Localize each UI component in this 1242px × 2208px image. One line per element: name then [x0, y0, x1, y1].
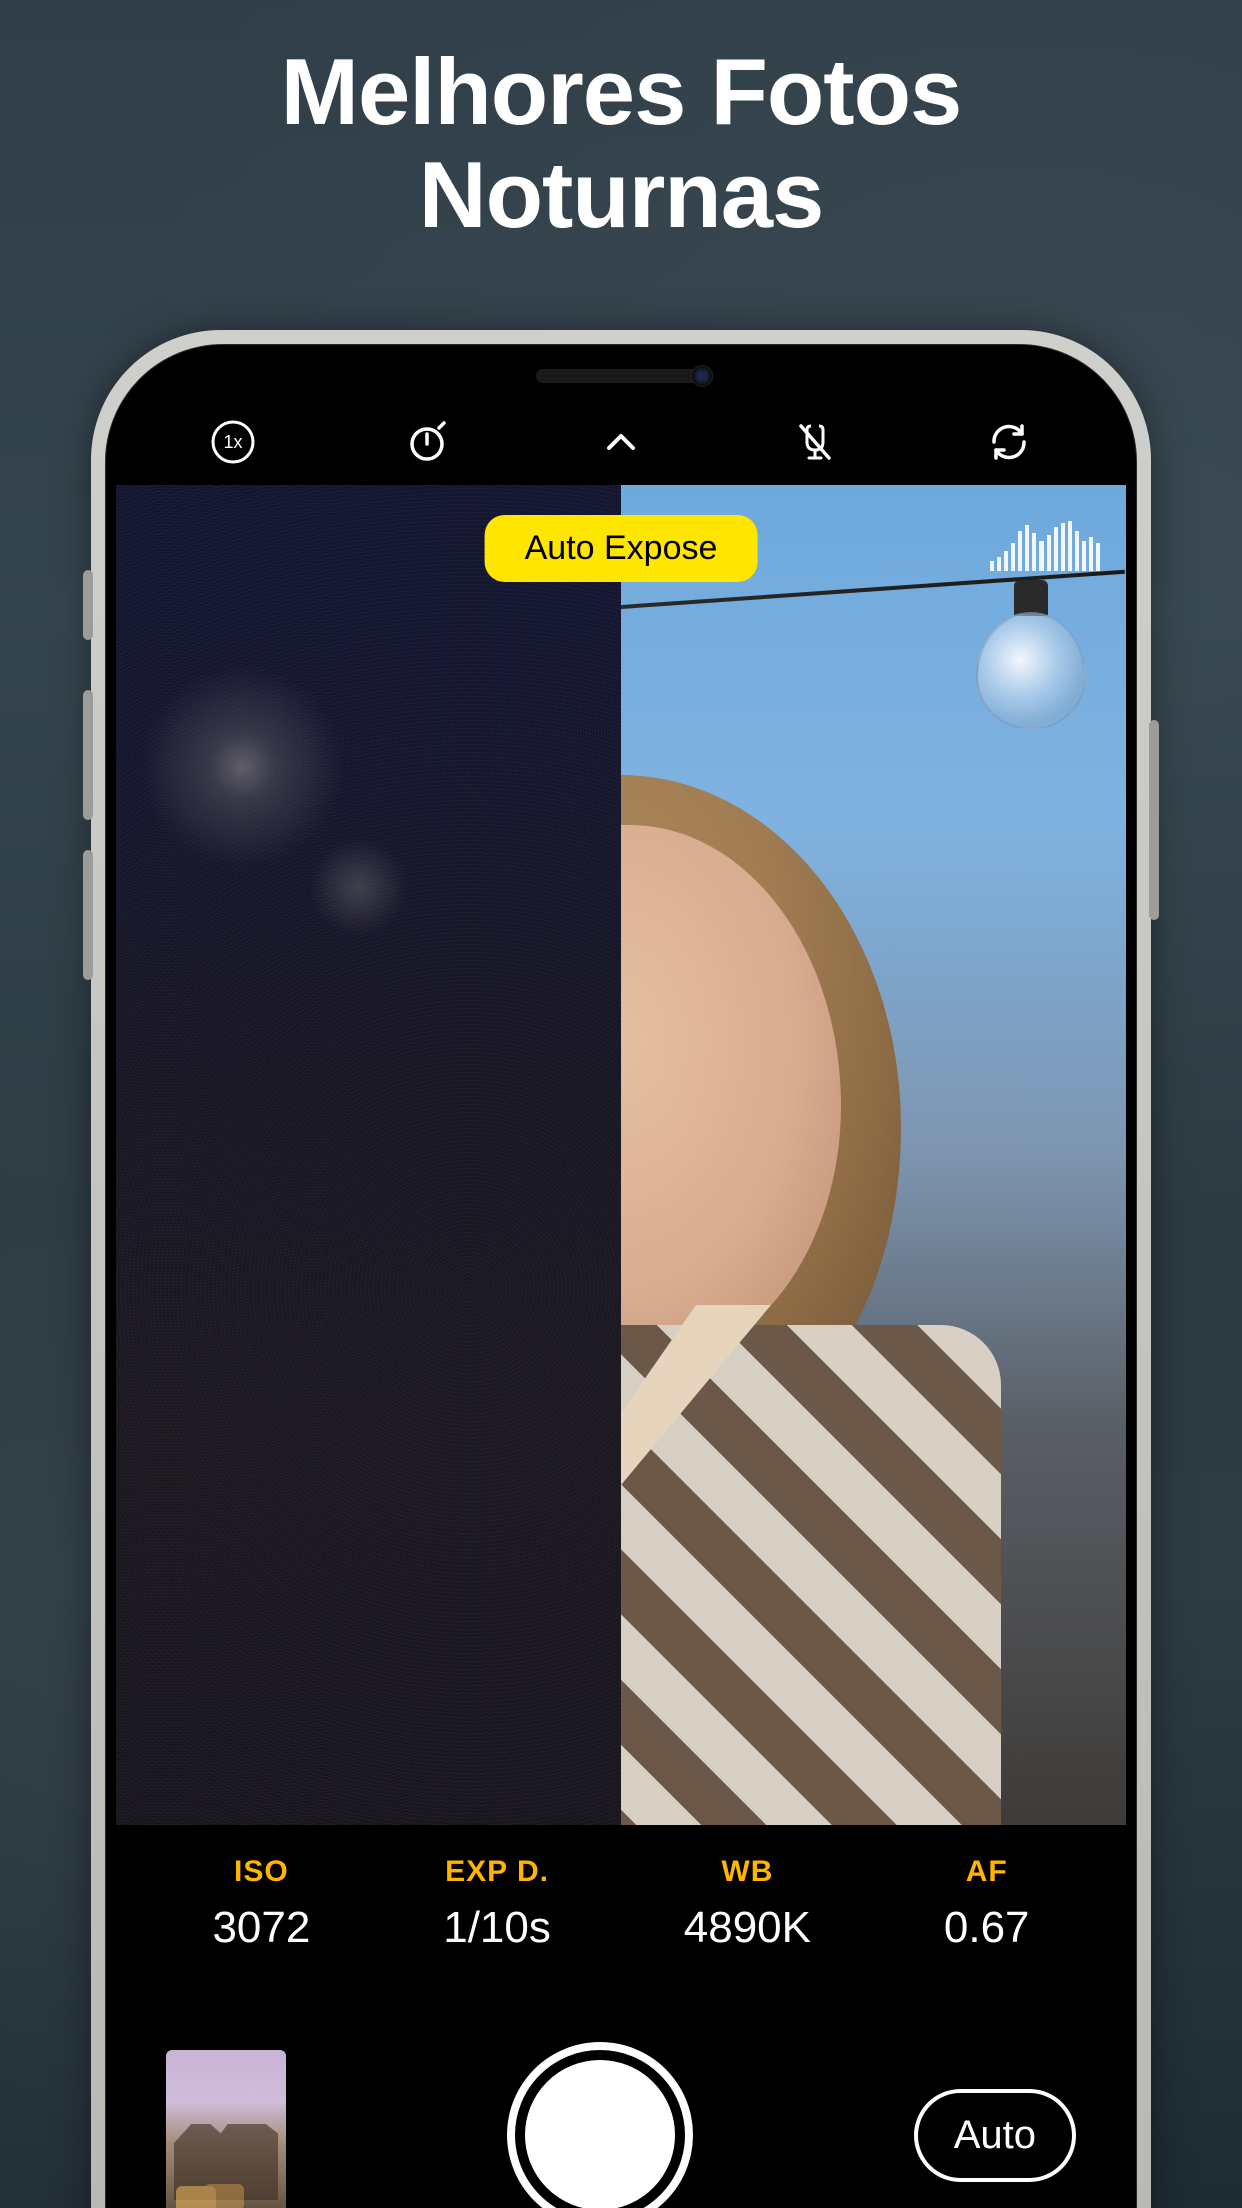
setting-iso[interactable]: ISO 3072: [212, 1855, 310, 1953]
setting-af-value: 0.67: [944, 1903, 1030, 1953]
histogram-bar: [1082, 541, 1086, 571]
histogram-bar: [1039, 541, 1043, 571]
phone-mockup: 1x: [91, 330, 1151, 2208]
phone-front-camera: [691, 365, 713, 387]
setting-exp-label: EXP D.: [443, 1855, 551, 1889]
mode-label: Auto: [954, 2113, 1036, 2157]
setting-exp-value: 1/10s: [443, 1903, 551, 1953]
histogram-bar: [1061, 523, 1065, 571]
phone-volume-down: [83, 850, 93, 980]
mode-auto-button[interactable]: Auto: [914, 2089, 1076, 2182]
setting-wb-value: 4890K: [684, 1903, 811, 1953]
histogram-bar: [1075, 531, 1079, 571]
histogram-bar: [1004, 551, 1008, 571]
histogram-bar: [1096, 543, 1100, 571]
phone-volume-up: [83, 690, 93, 820]
setting-iso-value: 3072: [212, 1903, 310, 1953]
zoom-button[interactable]: 1x: [209, 418, 257, 466]
histogram-bar: [990, 561, 994, 571]
histogram-bar: [1068, 521, 1072, 571]
histogram-bar: [1018, 531, 1022, 571]
flash-off-button[interactable]: [791, 418, 839, 466]
setting-iso-label: ISO: [212, 1855, 310, 1889]
phone-notch: [536, 369, 706, 383]
histogram-bar: [1089, 537, 1093, 571]
shutter-button[interactable]: [515, 2050, 685, 2208]
histogram-bar: [1025, 525, 1029, 571]
comparison-before-dim: [116, 485, 621, 1825]
timer-button[interactable]: [403, 418, 451, 466]
setting-autofocus[interactable]: AF 0.67: [944, 1855, 1030, 1953]
histogram-bar: [997, 557, 1001, 571]
histogram-icon[interactable]: [990, 521, 1100, 571]
marketing-headline: Melhores Fotos Noturnas: [0, 40, 1242, 247]
phone-screen: 1x: [105, 344, 1137, 2208]
camera-settings-row: ISO 3072 EXP D. 1/10s WB 4890K AF 0.67: [106, 1855, 1136, 1953]
setting-exposure-duration[interactable]: EXP D. 1/10s: [443, 1855, 551, 1953]
histogram-bar: [1047, 535, 1051, 571]
viewfinder-scene: [116, 485, 1126, 1825]
histogram-bar: [1011, 543, 1015, 571]
setting-white-balance[interactable]: WB 4890K: [684, 1855, 811, 1953]
camera-viewfinder[interactable]: Auto Expose: [116, 485, 1126, 1825]
lightbulb-icon: [976, 580, 1086, 730]
headline-line2: Noturnas: [0, 143, 1242, 246]
headline-line1: Melhores Fotos: [0, 40, 1242, 143]
phone-power-button: [1149, 720, 1159, 920]
setting-af-label: AF: [944, 1855, 1030, 1889]
camera-top-toolbar: 1x: [106, 407, 1136, 477]
gallery-thumbnail[interactable]: [166, 2050, 286, 2208]
setting-wb-label: WB: [684, 1855, 811, 1889]
camera-bottom-bar: Auto: [106, 2035, 1136, 2208]
phone-silence-switch: [83, 570, 93, 640]
auto-expose-pill[interactable]: Auto Expose: [485, 515, 758, 582]
switch-camera-button[interactable]: [985, 418, 1033, 466]
zoom-label: 1x: [223, 432, 242, 452]
expand-toolbar-button[interactable]: [597, 418, 645, 466]
histogram-bar: [1054, 527, 1058, 571]
histogram-bar: [1032, 533, 1036, 571]
auto-expose-label: Auto Expose: [525, 529, 718, 567]
